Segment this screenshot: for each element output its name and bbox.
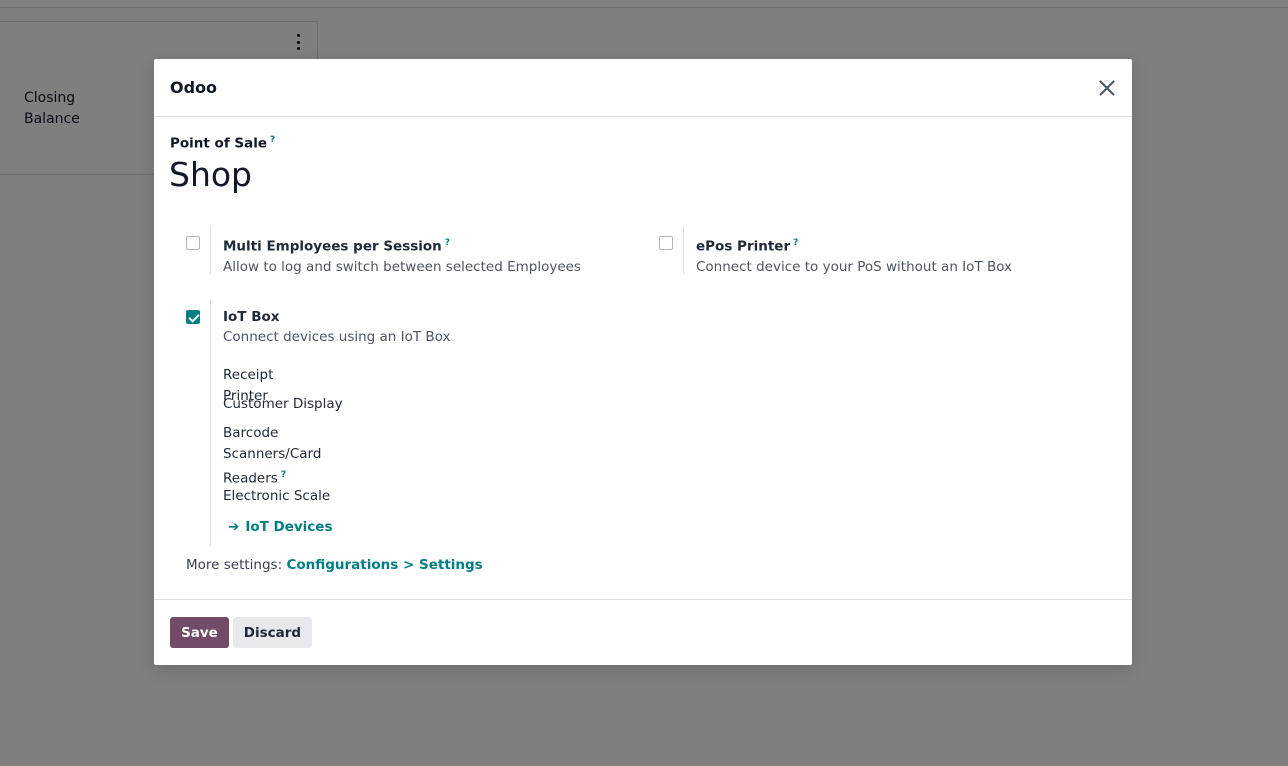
customer-display-label: Customer Display bbox=[223, 396, 343, 412]
point-of-sale-label-text: Point of Sale bbox=[170, 135, 268, 152]
iot-devices-link[interactable]: ➔ IoT Devices bbox=[228, 519, 333, 535]
arrow-right-icon: ➔ bbox=[228, 519, 240, 535]
divider bbox=[210, 300, 211, 546]
help-icon[interactable]: ? bbox=[793, 238, 798, 248]
setting-content: ePos Printer? Connect device to your PoS… bbox=[696, 233, 1012, 278]
multi-employees-title: Multi Employees per Session bbox=[223, 238, 442, 255]
more-settings-prefix: More settings: bbox=[186, 557, 287, 573]
barcode-label-line3-text: Readers bbox=[223, 470, 278, 487]
configuration-settings-link[interactable]: Configurations > Settings bbox=[286, 557, 482, 573]
discard-button[interactable]: Discard bbox=[232, 617, 313, 648]
point-of-sale-label: Point of Sale? bbox=[170, 135, 275, 152]
dialog-footer: Save Discard bbox=[154, 599, 1132, 665]
divider bbox=[683, 226, 684, 274]
help-icon[interactable]: ? bbox=[445, 238, 450, 248]
iot-box-description: Connect devices using an IoT Box bbox=[223, 329, 451, 345]
divider bbox=[210, 226, 211, 274]
setting-content: Multi Employees per Session? Allow to lo… bbox=[223, 233, 581, 278]
setting-title: ePos Printer? bbox=[696, 233, 1012, 257]
dialog-title: Odoo bbox=[170, 78, 218, 97]
pos-name: Shop bbox=[169, 155, 252, 194]
help-icon[interactable]: ? bbox=[281, 470, 286, 480]
barcode-label-line1: Barcode bbox=[223, 425, 279, 441]
settings-dialog: Odoo Point of Sale? Shop Multi Employees… bbox=[154, 59, 1132, 665]
dialog-header: Odoo bbox=[154, 59, 1132, 117]
iot-box-title: IoT Box bbox=[223, 309, 280, 325]
setting-title: Multi Employees per Session? bbox=[223, 233, 581, 257]
multi-employees-checkbox[interactable] bbox=[186, 236, 200, 250]
iot-devices-link-label: IoT Devices bbox=[245, 519, 333, 535]
epos-printer-checkbox[interactable] bbox=[659, 236, 673, 250]
more-settings: More settings: Configurations > Settings bbox=[186, 557, 483, 573]
multi-employees-description: Allow to log and switch between selected… bbox=[223, 258, 581, 275]
epos-printer-title: ePos Printer bbox=[696, 238, 791, 255]
close-icon[interactable] bbox=[1096, 77, 1118, 99]
dialog-body: Point of Sale? Shop Multi Employees per … bbox=[154, 117, 1132, 599]
help-icon[interactable]: ? bbox=[270, 135, 275, 145]
setting-content: IoT Box Connect devices using an IoT Box bbox=[223, 307, 451, 348]
epos-printer-description: Connect device to your PoS without an Io… bbox=[696, 258, 1013, 275]
electronic-scale-label: Electronic Scale bbox=[223, 488, 331, 504]
save-button[interactable]: Save bbox=[170, 617, 229, 648]
iot-box-checkbox[interactable] bbox=[186, 310, 200, 324]
barcode-label-line2: Scanners/Card bbox=[223, 446, 322, 462]
